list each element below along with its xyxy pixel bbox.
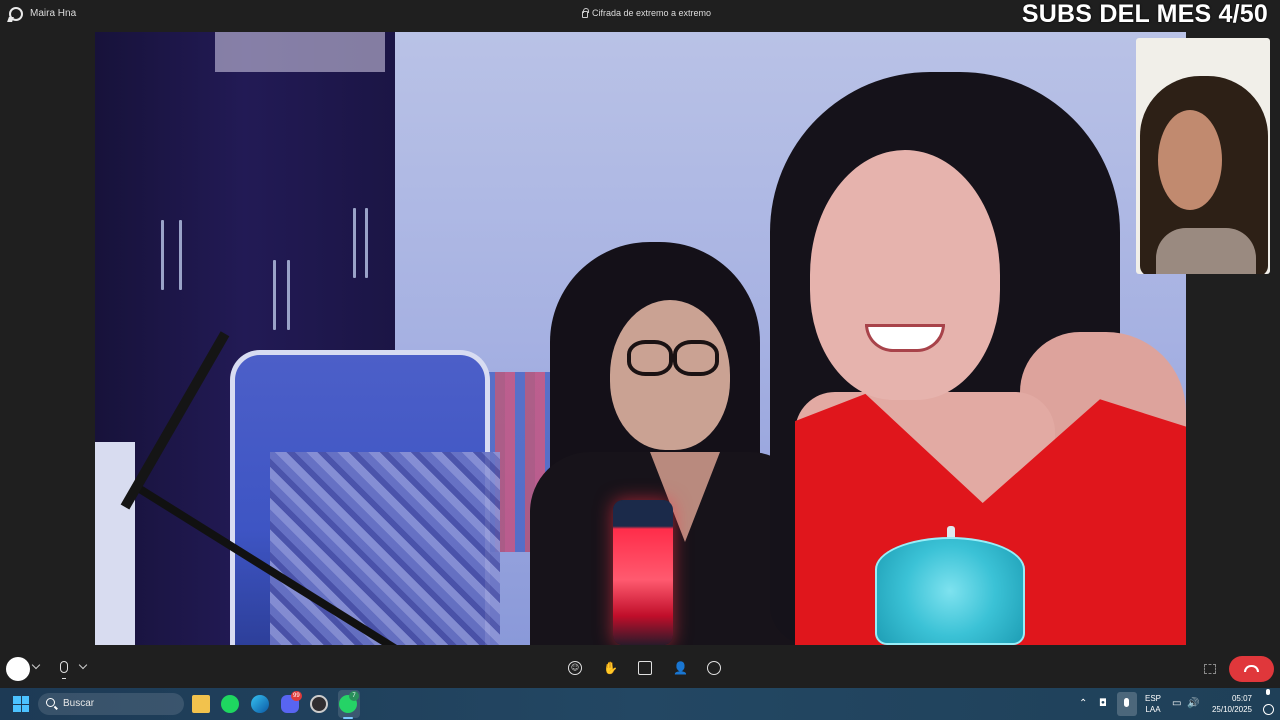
chevron-up-icon[interactable]: ⌃: [1079, 698, 1087, 709]
network-icon[interactable]: ▭: [1172, 698, 1181, 709]
end-call-icon: [1244, 665, 1259, 672]
volume-icon[interactable]: 🔊: [1187, 698, 1199, 709]
whatsapp-badge: 7: [349, 691, 359, 701]
end-call-button[interactable]: [1229, 656, 1274, 682]
obs-icon[interactable]: [310, 695, 328, 713]
search-label: Buscar: [63, 698, 95, 709]
share-screen-icon[interactable]: [638, 661, 652, 675]
spotify-icon[interactable]: [221, 695, 239, 713]
call-controls-bar: ☺ ✋ 👤: [0, 652, 1280, 688]
microphone-icon[interactable]: [60, 661, 68, 679]
discord-badge: 99: [291, 691, 302, 701]
edge-icon[interactable]: [251, 695, 269, 713]
whatsapp-call-window: Maira Hna Cifrada de extremo a extremo S…: [0, 0, 1280, 688]
chat-icon[interactable]: [707, 661, 721, 675]
encryption-label: Cifrada de extremo a extremo: [592, 8, 712, 18]
remote-video-feed[interactable]: [95, 32, 1186, 645]
discord-tray-icon[interactable]: ◘: [1099, 698, 1107, 709]
stream-overlay-text: SUBS DEL MES 4/50: [1021, 0, 1268, 28]
system-clock[interactable]: 05:07 25/10/2025: [1206, 693, 1252, 715]
windows-taskbar: Buscar 99 7 ⌃ ◘ ESP LAA ▭ 🔊 05:07 25/10/…: [0, 688, 1280, 720]
video-tumbler: [875, 537, 1025, 645]
windows-start-icon[interactable]: [13, 696, 29, 712]
whatsapp-logo-icon: [9, 7, 23, 21]
add-participant-icon[interactable]: 👤: [673, 661, 688, 675]
video-microphone: [613, 500, 673, 645]
camera-toggle-button[interactable]: [6, 657, 30, 681]
layout-icon[interactable]: [1204, 664, 1216, 674]
emoji-icon[interactable]: ☺: [568, 661, 582, 675]
self-video-preview[interactable]: [1136, 38, 1270, 274]
taskbar-search[interactable]: Buscar: [38, 693, 184, 715]
microphone-tray-icon[interactable]: [1117, 692, 1137, 716]
lock-icon: [582, 7, 589, 18]
chevron-down-icon[interactable]: [78, 660, 88, 670]
encryption-notice: Cifrada de extremo a extremo: [582, 7, 712, 18]
contact-name: Maira Hna: [30, 8, 77, 19]
mic-in-use-icon: [1265, 688, 1271, 698]
file-explorer-icon[interactable]: [192, 695, 210, 713]
chevron-down-icon[interactable]: [31, 660, 41, 670]
input-language[interactable]: ESP LAA: [1145, 693, 1161, 715]
video-person-right: [810, 150, 1000, 400]
notification-icon[interactable]: [1263, 704, 1274, 715]
raise-hand-icon[interactable]: ✋: [603, 661, 618, 675]
video-person-left: [610, 300, 730, 450]
search-icon: [46, 698, 55, 707]
